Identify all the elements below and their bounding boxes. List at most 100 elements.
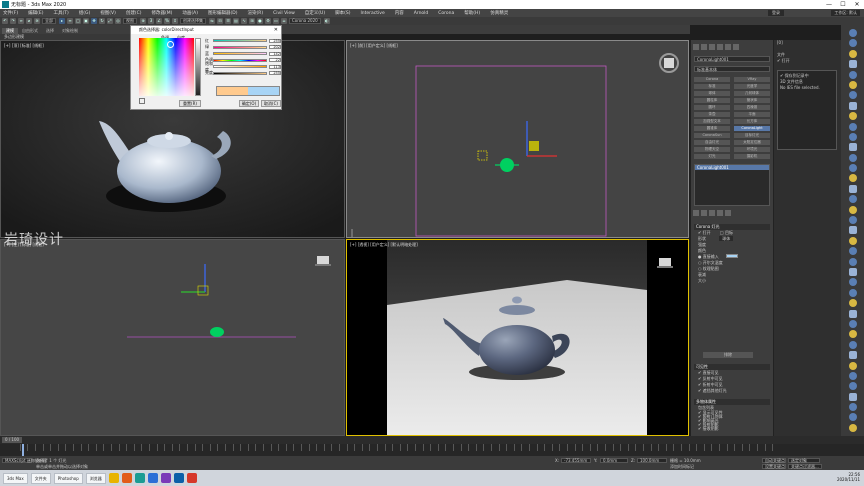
- dialog-title-bar[interactable]: 颜色选择器: colorDirectInput ✕: [131, 26, 281, 34]
- viewport-front[interactable]: [+] [前] [用户定义] [线框]: [346, 40, 689, 238]
- display-tab-icon[interactable]: [725, 44, 731, 50]
- cancel-button[interactable]: 取消(C): [261, 100, 281, 107]
- targeted-checkbox[interactable]: □ 目标: [720, 230, 733, 235]
- autokey-button[interactable]: 自动关键点: [762, 458, 786, 463]
- corona-icon[interactable]: ◐: [323, 18, 330, 24]
- spinner-snap-icon[interactable]: ⇕: [172, 18, 178, 24]
- time-slider[interactable]: 0 / 100: [0, 436, 864, 444]
- red-slider[interactable]: [213, 39, 267, 42]
- type-button-13[interactable]: 长方体: [734, 119, 770, 124]
- playhead[interactable]: [22, 444, 24, 456]
- menu-arnold[interactable]: Arnold: [414, 11, 429, 16]
- strip-icon-37[interactable]: [848, 403, 857, 412]
- remove-modifier-icon[interactable]: [717, 210, 723, 216]
- select-icon[interactable]: ▸: [59, 18, 65, 24]
- render-frame-icon[interactable]: ▭: [273, 18, 279, 24]
- left-light-icon[interactable]: [210, 327, 224, 337]
- type-button-7[interactable]: 管状体: [734, 98, 770, 103]
- redo-icon[interactable]: ↷: [10, 18, 16, 24]
- type-button-1[interactable]: VRay: [734, 77, 770, 82]
- strip-icon-17[interactable]: [848, 195, 857, 204]
- strip-icon-13[interactable]: [848, 153, 857, 162]
- direct-input-radio[interactable]: ● 直接输入: [698, 254, 719, 259]
- viewport-top-label[interactable]: [+] [顶] [标准] [线框]: [4, 43, 44, 49]
- menu-corona[interactable]: Corona: [438, 11, 454, 16]
- menu-create[interactable]: 创建(C): [126, 10, 142, 16]
- type-button-23[interactable]: 摄影机: [734, 154, 770, 159]
- percent-snap-icon[interactable]: %: [164, 18, 170, 24]
- configure-icon[interactable]: [725, 210, 731, 216]
- eyedropper-icon[interactable]: [139, 98, 145, 104]
- strip-icon-24[interactable]: [848, 267, 857, 276]
- menu-modifiers[interactable]: 修改器(M): [151, 10, 172, 16]
- strip-icon-20[interactable]: [848, 226, 857, 235]
- undo-icon[interactable]: ↶: [2, 18, 8, 24]
- rect-select-icon[interactable]: □: [75, 18, 81, 24]
- type-button-2[interactable]: 标准: [694, 84, 730, 89]
- type-button-16[interactable]: CoronaSun: [694, 133, 730, 138]
- left-gizmo[interactable]: [181, 264, 209, 296]
- strip-icon-16[interactable]: [848, 184, 857, 193]
- utilities-tab-icon[interactable]: [733, 44, 739, 50]
- angle-snap-icon[interactable]: ∠: [156, 18, 162, 24]
- modify-tab-icon[interactable]: [701, 44, 707, 50]
- material-editor-icon[interactable]: ●: [257, 18, 263, 24]
- light-color-swatch[interactable]: [726, 254, 739, 258]
- hue-spectrum[interactable]: [139, 38, 194, 96]
- dialog-close-icon[interactable]: ✕: [274, 26, 278, 34]
- type-button-9[interactable]: 四棱锥: [734, 105, 770, 110]
- menu-scripting[interactable]: 脚本(S): [335, 10, 350, 16]
- strip-icon-10[interactable]: [848, 122, 857, 131]
- blue-value[interactable]: 142: [269, 51, 281, 56]
- make-unique-icon[interactable]: [709, 210, 715, 216]
- strip-icon-5[interactable]: [848, 70, 857, 79]
- taskbar-item-2[interactable]: Photoshop: [53, 472, 83, 484]
- type-button-3[interactable]: 光度学: [734, 84, 770, 89]
- light-target-icon[interactable]: [477, 150, 488, 161]
- show-end-icon[interactable]: [701, 210, 707, 216]
- hue-slider[interactable]: [213, 58, 267, 62]
- selected-dropdown[interactable]: 选定对象: [788, 458, 820, 463]
- link-icon[interactable]: ∞: [18, 18, 24, 24]
- taskbar-item-0[interactable]: 3ds Max: [3, 472, 28, 484]
- menu-edit[interactable]: 编辑(E): [28, 10, 43, 16]
- strip-icon-36[interactable]: [848, 392, 857, 401]
- strip-icon-1[interactable]: [848, 29, 857, 37]
- viewcube-persp-icon[interactable]: [657, 258, 673, 268]
- prop-checkbox-4[interactable]: ✔ 接收阴影: [694, 427, 770, 431]
- motion-tab-icon[interactable]: [717, 44, 723, 50]
- red-value[interactable]: 255: [269, 38, 281, 43]
- system-clock[interactable]: 22:56 2020/11/11: [837, 472, 860, 482]
- 3dsmax-app-icon[interactable]: [134, 473, 145, 483]
- y-coordinate[interactable]: 0.0mm: [600, 458, 628, 463]
- track-bar[interactable]: [0, 444, 864, 456]
- type-button-8[interactable]: 圆环: [694, 105, 730, 110]
- menu-file[interactable]: 文件(F): [3, 10, 18, 16]
- strip-icon-38[interactable]: [848, 413, 857, 422]
- strip-icon-39[interactable]: [848, 423, 857, 432]
- menu-civil-view[interactable]: Civil View: [273, 11, 295, 16]
- strip-icon-21[interactable]: [848, 236, 857, 245]
- move-icon[interactable]: ✥: [91, 18, 97, 24]
- menu-help[interactable]: 帮助(H): [464, 10, 480, 16]
- type-button-18[interactable]: 自由灯光: [694, 140, 730, 145]
- strip-icon-22[interactable]: [848, 247, 857, 256]
- bind-icon[interactable]: ≋: [34, 18, 40, 24]
- unlink-icon[interactable]: ⌀: [26, 18, 32, 24]
- pivot-icon[interactable]: ⊕: [140, 18, 146, 24]
- selection-filter-dropdown[interactable]: 全部: [42, 18, 56, 24]
- app-icon-purple[interactable]: [160, 473, 171, 483]
- strip-icon-8[interactable]: [848, 101, 857, 110]
- type-button-0[interactable]: Corona: [694, 77, 730, 82]
- render-setup-icon[interactable]: ⚙: [265, 18, 271, 24]
- type-button-5[interactable]: 几何球体: [734, 91, 770, 96]
- strip-icon-3[interactable]: [848, 49, 857, 58]
- key-filters-button[interactable]: 关键点过滤器...: [788, 464, 822, 469]
- strip-icon-32[interactable]: [848, 351, 857, 360]
- strip-icon-29[interactable]: [848, 319, 857, 328]
- setkey-button[interactable]: 设置关键点: [762, 464, 786, 469]
- taskbar-item-3[interactable]: 浏览器: [85, 472, 106, 484]
- z-coordinate[interactable]: 100.0mm: [637, 458, 667, 463]
- hierarchy-tab-icon[interactable]: [709, 44, 715, 50]
- strip-icon-30[interactable]: [848, 330, 857, 339]
